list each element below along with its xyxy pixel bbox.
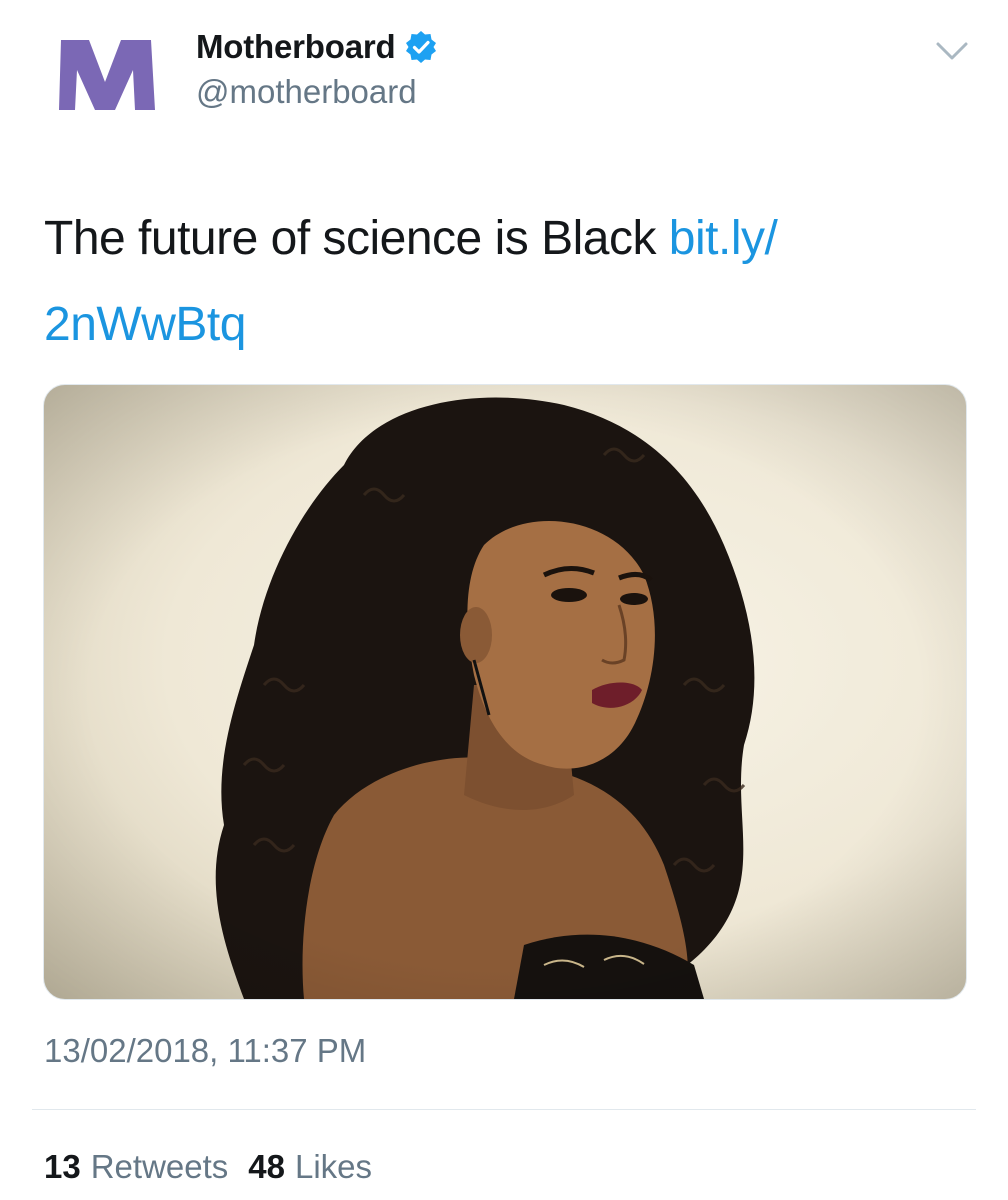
tweet-card: Motherboard @motherboard The future of s… xyxy=(0,0,1008,1200)
tweet-timestamp[interactable]: 13/02/2018, 11:37 PM xyxy=(44,1032,366,1070)
retweets-label: Retweets xyxy=(90,1148,229,1185)
likes-stat[interactable]: 48 Likes xyxy=(248,1148,372,1186)
m-logo-icon xyxy=(59,40,155,110)
tweet-link-part1[interactable]: bit.ly/ xyxy=(669,212,778,265)
verified-badge-icon xyxy=(404,30,438,64)
name-row: Motherboard xyxy=(196,25,438,69)
author-block: Motherboard @motherboard xyxy=(196,25,438,111)
retweets-count: 13 xyxy=(44,1148,81,1185)
likes-label: Likes xyxy=(295,1148,373,1185)
tweet-photo[interactable] xyxy=(43,384,967,1000)
divider xyxy=(32,1109,976,1110)
tweet-stats: 13 Retweets 48 Likes xyxy=(44,1148,372,1186)
motherboard-logo[interactable] xyxy=(55,32,165,112)
tweet-link-part2[interactable]: 2nWwBtq xyxy=(44,298,246,351)
tweet-text: The future of science is Black bit.ly/2n… xyxy=(44,196,944,368)
likes-count: 48 xyxy=(248,1148,285,1185)
chevron-down-icon[interactable] xyxy=(932,36,972,66)
display-name[interactable]: Motherboard xyxy=(196,28,396,66)
tweet-body: The future of science is Black xyxy=(44,212,656,265)
retweets-stat[interactable]: 13 Retweets xyxy=(44,1148,228,1186)
handle[interactable]: @motherboard xyxy=(196,73,438,111)
portrait-photo-icon xyxy=(44,385,966,999)
